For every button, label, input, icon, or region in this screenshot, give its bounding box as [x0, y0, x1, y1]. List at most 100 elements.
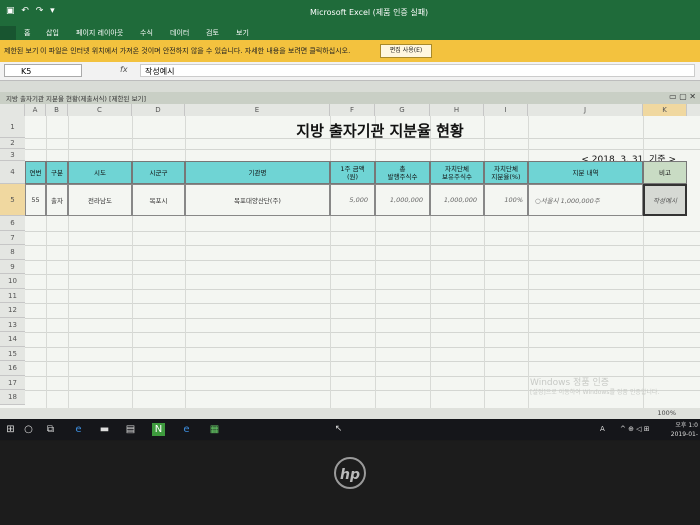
tab-view[interactable]: 보기 [236, 28, 249, 38]
row-header[interactable]: 15 [0, 346, 25, 361]
clock-time: 오후 1:0 [675, 422, 698, 429]
header-cell-sigungu[interactable]: 시군구 [132, 161, 185, 184]
header-cell-detail[interactable]: 지분 내역 [528, 161, 643, 184]
header-cell-issued[interactable]: 총 발행주식수 [375, 161, 430, 184]
tab-insert[interactable]: 삽입 [46, 28, 59, 38]
column-header[interactable]: E [185, 104, 330, 116]
header-line: 자치단체 [494, 164, 518, 173]
row-header[interactable]: 17 [0, 375, 25, 390]
window-controls-icon[interactable]: ▭ ▢ ✕ [669, 92, 696, 101]
cell-owned[interactable]: 1,000,000 [430, 184, 484, 216]
header-line: 발행주식수 [387, 172, 418, 181]
grid-line [25, 303, 700, 304]
edge-icon[interactable]: e [72, 423, 85, 436]
excel-icon[interactable]: ▦ [208, 423, 221, 436]
internet-explorer-icon[interactable]: e [180, 423, 193, 436]
cell-no[interactable]: 55 [25, 184, 46, 216]
zoom-level[interactable]: 100% [657, 409, 676, 417]
quick-access-toolbar[interactable]: ▣ ↶ ↷ ▾ [6, 6, 57, 16]
row-header[interactable]: 18 [0, 390, 25, 405]
row-header[interactable]: 13 [0, 317, 25, 332]
column-header[interactable]: J [528, 104, 643, 116]
column-header[interactable]: H [430, 104, 484, 116]
row-header[interactable]: 7 [0, 230, 25, 245]
row-header[interactable]: 6 [0, 216, 25, 231]
column-header[interactable]: B [46, 104, 68, 116]
tab-home[interactable]: 홈 [24, 28, 30, 38]
row-header[interactable]: 4 [0, 161, 25, 184]
store-icon[interactable]: ▤ [124, 423, 137, 436]
header-cell-no[interactable]: 연번 [25, 161, 46, 184]
tab-review[interactable]: 검토 [206, 28, 219, 38]
select-all-corner[interactable] [0, 104, 25, 116]
status-bar: 100% [0, 408, 700, 419]
grid-line [25, 149, 700, 150]
grid-line [46, 116, 47, 408]
grid-line [330, 116, 331, 408]
header-cell-ratio[interactable]: 자치단체 지분율(%) [484, 161, 528, 184]
row-header-selected[interactable]: 5 [0, 184, 25, 216]
row-header[interactable]: 9 [0, 259, 25, 274]
naver-icon[interactable]: N [152, 423, 165, 436]
row-header[interactable]: 1 [0, 116, 25, 138]
row-header[interactable]: 8 [0, 245, 25, 260]
worksheet-grid[interactable]: 1 2 3 4 5 6 7 8 9 10 11 12 13 14 15 16 1… [0, 116, 700, 408]
cell-sigungu[interactable]: 목포시 [132, 184, 185, 216]
column-header[interactable]: G [375, 104, 430, 116]
grid-line [25, 361, 700, 362]
header-cell-note[interactable]: 비고 [643, 161, 687, 184]
excel-screen: ▣ ↶ ↷ ▾ Microsoft Excel (제품 인증 실패) 홈 삽입 … [0, 0, 700, 440]
row-header[interactable]: 16 [0, 361, 25, 376]
header-line: 1주 금액 [340, 164, 365, 173]
tab-page-layout[interactable]: 페이지 레이아웃 [76, 28, 123, 38]
clock[interactable]: 오후 1:0 2019-01- [671, 421, 698, 439]
header-cell-org[interactable]: 기관명 [185, 161, 330, 184]
cell-price[interactable]: 5,000 [330, 184, 375, 216]
header-cell-price[interactable]: 1주 금액 (원) [330, 161, 375, 184]
formula-input[interactable]: 작성예시 [140, 64, 695, 77]
tray-language[interactable]: A [600, 425, 605, 433]
workbook-title: 지방 출자기관 지분율 현황(제출서식) [제한된 보기] [6, 95, 147, 103]
header-cell-sido[interactable]: 시도 [68, 161, 132, 184]
grid-line [132, 116, 133, 408]
cell-type[interactable]: 출자 [46, 184, 68, 216]
cell-issued[interactable]: 1,000,000 [375, 184, 430, 216]
header-cell-type[interactable]: 구분 [46, 161, 68, 184]
enable-editing-button[interactable]: 편집 사용(E) [380, 44, 432, 58]
grid-line [68, 116, 69, 408]
grid-line [25, 245, 700, 246]
column-header-selected[interactable]: K [643, 104, 687, 116]
cell-sido[interactable]: 전라남도 [68, 184, 132, 216]
protected-view-message[interactable]: 이 파일은 인터넷 위치에서 가져온 것이며 안전하지 않을 수 있습니다. 자… [40, 46, 350, 56]
cell-org[interactable]: 목포대양산단(주) [185, 184, 330, 216]
grid-line [25, 259, 700, 261]
tab-data[interactable]: 데이터 [170, 28, 189, 38]
row-header[interactable]: 2 [0, 138, 25, 149]
row-header[interactable]: 10 [0, 274, 25, 289]
column-header[interactable]: C [68, 104, 132, 116]
row-header[interactable]: 12 [0, 303, 25, 318]
row-header[interactable]: 3 [0, 149, 25, 161]
grid-line [25, 230, 700, 232]
cell-ratio[interactable]: 100% [484, 184, 528, 216]
cell-note-selected[interactable]: 작성예시 [643, 184, 687, 216]
header-cell-owned[interactable]: 자치단체 보유주식수 [430, 161, 484, 184]
name-box[interactable]: K5 [4, 64, 82, 77]
file-tab[interactable] [0, 26, 16, 40]
task-view-icon[interactable]: ⧉ [44, 423, 57, 436]
file-explorer-icon[interactable]: ▬ [98, 423, 111, 436]
column-header[interactable]: F [330, 104, 375, 116]
column-header[interactable]: A [25, 104, 46, 116]
function-icon[interactable]: fx [120, 65, 128, 74]
search-icon[interactable]: ○ [22, 423, 35, 436]
tray-icons[interactable]: ^ ⊕ ◁ ⊞ [620, 425, 650, 433]
row-header[interactable]: 11 [0, 288, 25, 303]
column-header[interactable]: D [132, 104, 185, 116]
column-header[interactable]: I [484, 104, 528, 116]
row-header[interactable]: 14 [0, 332, 25, 347]
taskbar: ⊞ ○ ⧉ e ▬ ▤ N e ▦ ↖ A ^ ⊕ ◁ ⊞ 오후 1:0 201… [0, 419, 700, 440]
cell-detail[interactable]: ○서울시 1,000,000주 [528, 184, 643, 216]
start-icon[interactable]: ⊞ [4, 423, 17, 436]
sheet-title[interactable]: 지방 출자기관 지분율 현황 [200, 120, 560, 141]
tab-formulas[interactable]: 수식 [140, 28, 153, 38]
